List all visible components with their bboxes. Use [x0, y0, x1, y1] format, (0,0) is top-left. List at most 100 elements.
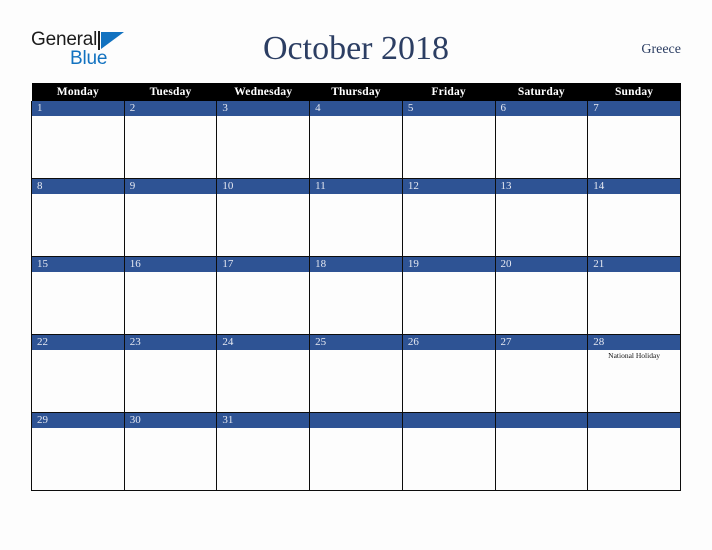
weekday-header-monday: Monday — [31, 83, 125, 101]
day-cell-inner: 3 — [217, 101, 310, 178]
calendar-day-cell[interactable]: 14 — [587, 178, 681, 257]
calendar-day-cell[interactable]: 24 — [216, 334, 311, 413]
calendar-day-cell[interactable] — [587, 412, 681, 491]
day-cell-inner: 10 — [217, 179, 310, 256]
day-cell-inner: 21 — [588, 257, 680, 334]
day-number: 10 — [217, 179, 310, 194]
day-number: 8 — [32, 179, 124, 194]
calendar-day-cell[interactable]: 1 — [31, 101, 125, 179]
day-events: National Holiday — [588, 350, 680, 361]
calendar-day-cell[interactable]: 22 — [31, 334, 125, 413]
calendar-day-cell[interactable] — [401, 412, 496, 491]
day-cell-inner: 11 — [310, 179, 402, 256]
calendar-day-cell[interactable]: 17 — [216, 256, 311, 335]
calendar-day-cell[interactable]: 13 — [494, 178, 589, 257]
calendar-week-row: 15 16 17 18 19 20 21 — [31, 256, 681, 335]
day-number: 29 — [32, 413, 124, 428]
day-cell-inner: 24 — [217, 335, 310, 412]
day-cell-inner: 12 — [402, 179, 495, 256]
calendar-day-cell[interactable] — [494, 412, 589, 491]
calendar-day-cell[interactable]: 16 — [123, 256, 218, 335]
calendar-day-cell[interactable]: 27 — [494, 334, 589, 413]
calendar-day-cell[interactable]: 31 — [216, 412, 311, 491]
calendar-day-cell[interactable]: 4 — [309, 101, 403, 179]
calendar-day-cell[interactable]: 29 — [31, 412, 125, 491]
calendar-week-row: 29 30 31 — [31, 412, 681, 491]
day-cell-inner — [495, 413, 588, 490]
day-number: 18 — [310, 257, 402, 272]
day-cell-inner: 17 — [217, 257, 310, 334]
day-number — [402, 413, 495, 428]
day-number — [495, 413, 588, 428]
day-number: 19 — [402, 257, 495, 272]
day-number: 3 — [217, 101, 310, 116]
calendar-day-cell[interactable]: 23 — [123, 334, 218, 413]
day-cell-inner — [310, 413, 402, 490]
calendar-day-cell[interactable]: 15 — [31, 256, 125, 335]
day-cell-inner: 5 — [402, 101, 495, 178]
day-cell-inner: 22 — [32, 335, 124, 412]
calendar-week-row: 8 9 10 11 12 13 14 — [31, 178, 681, 257]
day-cell-inner: 6 — [495, 101, 588, 178]
calendar-day-cell[interactable]: 21 — [587, 256, 681, 335]
page-header: General Blue October 2018 Greece — [31, 28, 681, 76]
day-number: 6 — [495, 101, 588, 116]
calendar-day-cell[interactable]: 3 — [216, 101, 311, 179]
weekday-header-tuesday: Tuesday — [124, 83, 217, 101]
weekday-header-sunday: Sunday — [587, 83, 681, 101]
calendar-day-cell[interactable]: 7 — [587, 101, 681, 179]
day-cell-inner: 23 — [124, 335, 217, 412]
calendar-day-cell[interactable]: 9 — [123, 178, 218, 257]
day-number: 14 — [588, 179, 680, 194]
calendar-day-cell[interactable]: 2 — [123, 101, 218, 179]
calendar-day-cell[interactable]: 19 — [401, 256, 496, 335]
day-number: 23 — [124, 335, 217, 350]
day-cell-inner: 29 — [32, 413, 124, 490]
calendar-week-row: 1234567 — [31, 101, 681, 179]
day-number: 7 — [588, 101, 680, 116]
day-cell-inner: 27 — [495, 335, 588, 412]
calendar-day-cell[interactable]: 5 — [401, 101, 496, 179]
day-cell-inner: 8 — [32, 179, 124, 256]
day-number: 20 — [495, 257, 588, 272]
calendar-day-cell[interactable]: 20 — [494, 256, 589, 335]
day-cell-inner — [402, 413, 495, 490]
calendar-day-cell[interactable]: 12 — [401, 178, 496, 257]
day-number: 26 — [402, 335, 495, 350]
calendar-day-cell[interactable]: 26 — [401, 334, 496, 413]
calendar-day-cell[interactable]: 11 — [309, 178, 403, 257]
calendar-day-cell[interactable]: 18 — [309, 256, 403, 335]
page-title: October 2018 — [262, 30, 449, 67]
day-number: 1 — [32, 101, 124, 116]
day-number: 13 — [495, 179, 588, 194]
calendar-day-cell[interactable]: 6 — [494, 101, 589, 179]
calendar-day-cell[interactable]: 30 — [123, 412, 218, 491]
weekday-header-saturday: Saturday — [495, 83, 588, 101]
day-cell-inner: 26 — [402, 335, 495, 412]
weekday-header-thursday: Thursday — [309, 83, 403, 101]
day-cell-inner: 4 — [310, 101, 402, 178]
weekday-header-wednesday: Wednesday — [216, 83, 310, 101]
calendar-day-cell[interactable]: 28 National Holiday — [587, 334, 681, 413]
day-number: 25 — [310, 335, 402, 350]
day-cell-inner: 1 — [32, 101, 124, 178]
day-cell-inner: 25 — [310, 335, 402, 412]
calendar-body: 1 2 3 4 5 6 7 8 9 10 11 12 13 14 15 16 17 18 19 20 21 22 23 24 2… — [31, 101, 681, 491]
day-cell-inner: 7 — [588, 101, 680, 178]
weekday-header-friday: Friday — [402, 83, 496, 101]
calendar-day-cell[interactable] — [309, 412, 403, 491]
day-cell-inner: 14 — [588, 179, 680, 256]
day-number: 27 — [495, 335, 588, 350]
day-number: 24 — [217, 335, 310, 350]
day-number: 22 — [32, 335, 124, 350]
calendar-day-cell[interactable]: 8 — [31, 178, 125, 257]
day-number: 21 — [588, 257, 680, 272]
holiday-label: National Holiday — [608, 351, 661, 360]
day-cell-inner: 31 — [217, 413, 310, 490]
day-number: 11 — [310, 179, 402, 194]
calendar-day-cell[interactable]: 25 — [309, 334, 403, 413]
calendar-day-cell[interactable]: 10 — [216, 178, 311, 257]
day-cell-inner: 13 — [495, 179, 588, 256]
day-number: 12 — [402, 179, 495, 194]
day-number: 31 — [217, 413, 310, 428]
